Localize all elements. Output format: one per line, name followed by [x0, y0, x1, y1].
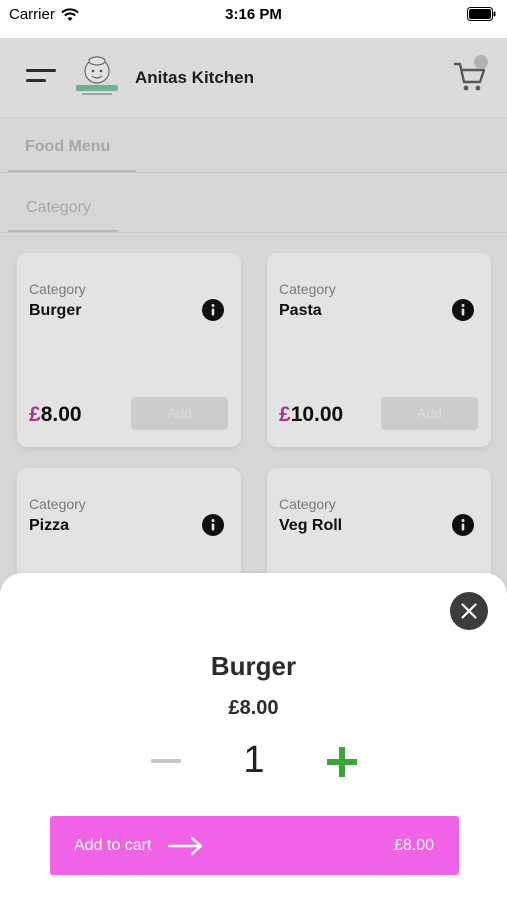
- decrease-quantity-button[interactable]: [149, 749, 183, 773]
- increase-quantity-button[interactable]: [325, 745, 359, 779]
- add-to-cart-label: Add to cart: [74, 837, 152, 854]
- status-bar: Carrier 3:16 PM: [0, 0, 507, 38]
- sheet-product-price: £8.00: [228, 697, 279, 719]
- cart-total: £8.00: [393, 837, 434, 854]
- quantity-value: 1: [243, 739, 265, 781]
- arrow-right-icon: [167, 836, 203, 856]
- close-button[interactable]: [450, 592, 488, 630]
- status-time: 3:16 PM: [225, 6, 282, 23]
- sheet-product-name: Burger: [210, 651, 297, 681]
- battery-icon: [467, 7, 496, 21]
- close-icon: [461, 603, 477, 619]
- add-to-cart-button[interactable]: Add to cart £8.00: [50, 816, 459, 875]
- add-to-cart-sheet: Burger £8.00 1 Add to cart £8.00: [0, 573, 507, 900]
- app-screen: Carrier 3:16 PM Anitas Kitchen Food Menu…: [0, 0, 507, 900]
